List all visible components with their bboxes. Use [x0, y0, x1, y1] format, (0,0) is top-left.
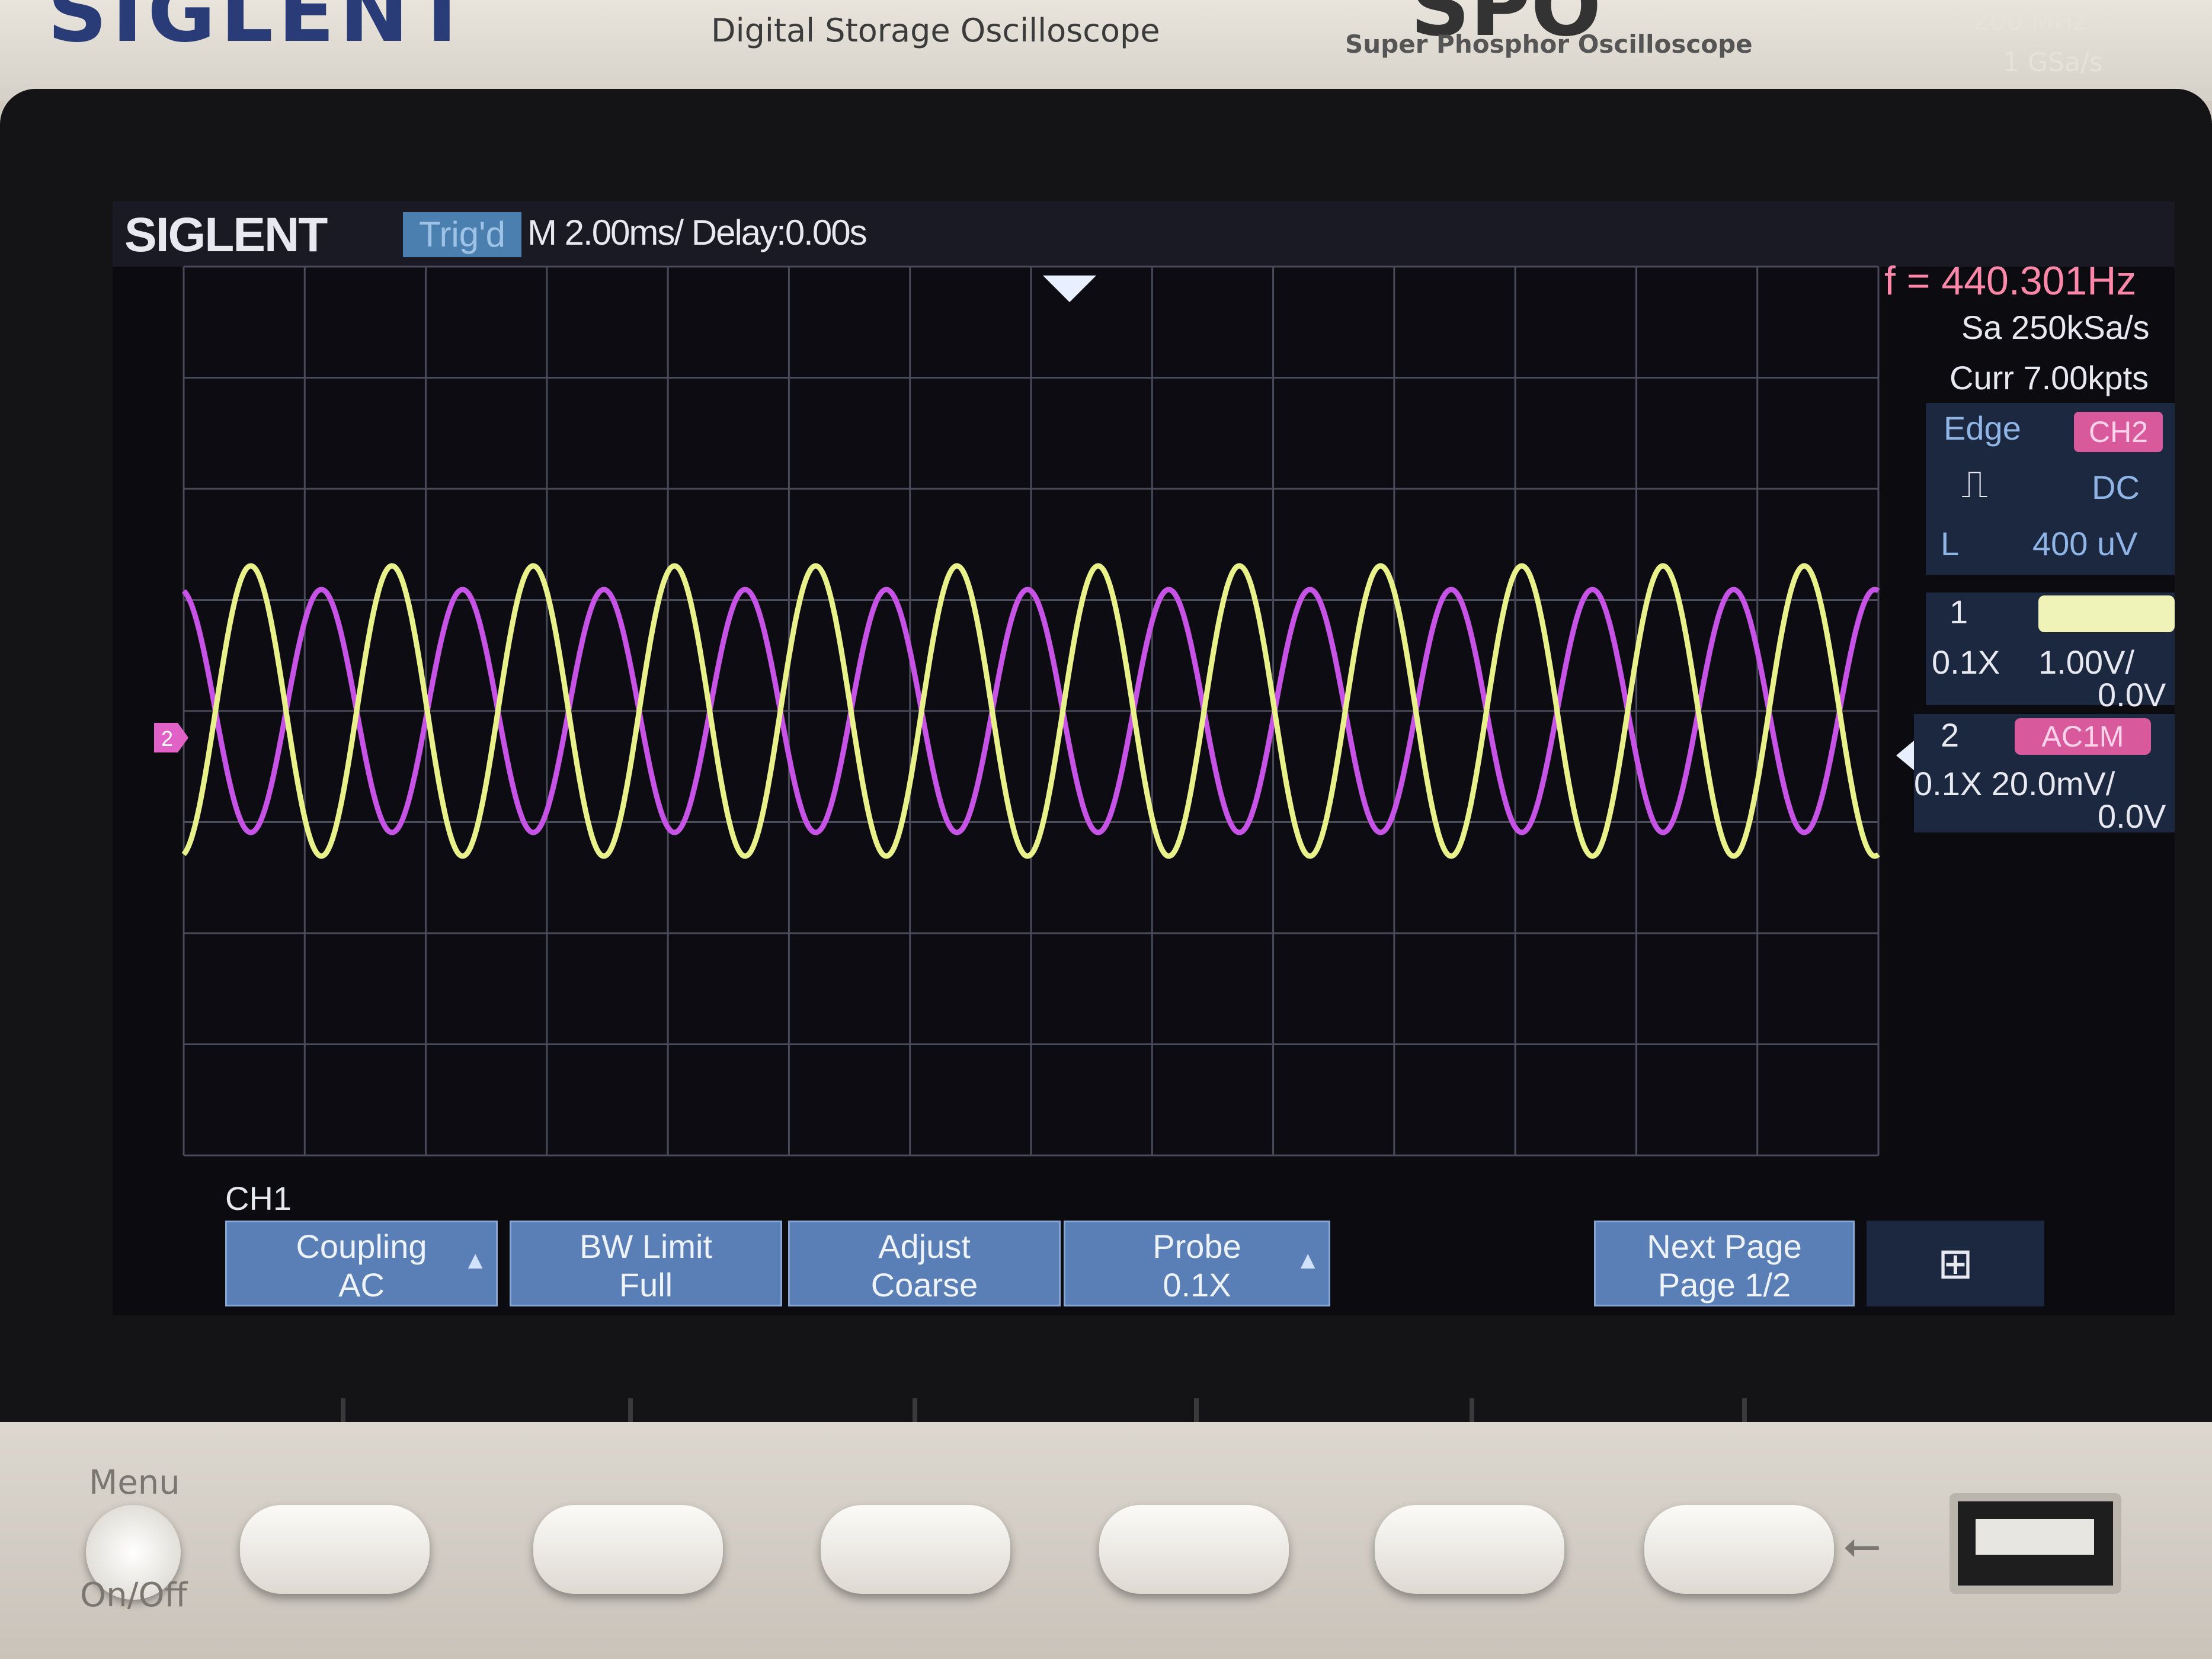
physical-softkey-5[interactable] [1375, 1505, 1564, 1594]
softkey-tick [1194, 1398, 1199, 1422]
trigger-type: Edge [1944, 409, 2021, 447]
physical-softkey-3[interactable] [821, 1505, 1010, 1594]
waveform-display [181, 265, 1880, 1157]
ch1-color-tag [2038, 595, 2175, 632]
scope-screen: SIGLENT Trig'd M 2.00ms/ Delay:0.00s 2 f… [113, 201, 2175, 1315]
physical-softkey-6[interactable] [1644, 1505, 1834, 1594]
power-label: On/Off [80, 1576, 188, 1615]
sample-rate-readout: Sa 250kSa/s [1961, 309, 2150, 346]
softkey-adjust[interactable]: Adjust Coarse [788, 1221, 1061, 1306]
softkey-value: Coarse [870, 1266, 978, 1304]
usb-icon: ⭠ [1843, 1517, 1881, 1572]
physical-softkey-2[interactable] [533, 1505, 723, 1594]
menu-label: Menu [89, 1463, 180, 1502]
physical-softkey-4[interactable] [1099, 1505, 1289, 1594]
svg-text:2: 2 [161, 726, 173, 751]
trigger-position-marker [1043, 276, 1096, 302]
ch1-probe: 0.1X [1932, 643, 2000, 681]
trigger-level-value: 400 uV [2032, 525, 2138, 562]
arrow-up-icon: ▲ [1295, 1246, 1320, 1274]
spo-description: Super Phosphor Oscilloscope [1345, 30, 1753, 59]
softkey-label: Probe [1153, 1228, 1241, 1265]
ch1-offset: 0.0V [2098, 676, 2166, 713]
usb-port[interactable] [1949, 1493, 2121, 1594]
softkey-tick [1742, 1398, 1747, 1422]
trigger-level-label: L [1941, 525, 1960, 562]
softkey-probe[interactable]: Probe 0.1X ▲ [1064, 1221, 1330, 1306]
physical-softkey-1[interactable] [240, 1505, 430, 1594]
softkey-tick [1470, 1398, 1474, 1422]
softkey-tick [628, 1398, 633, 1422]
ch1-number: 1 [1949, 593, 1968, 630]
softkey-label: Next Page [1647, 1228, 1802, 1265]
model-description: Digital Storage Oscilloscope [711, 12, 1160, 49]
brand-logo: SIGLENT [47, 0, 475, 61]
trigger-source-badge: CH2 [2074, 412, 2163, 452]
softkey-value: 0.1X [1163, 1266, 1231, 1304]
ch2-coupling-tag: AC1M [2015, 718, 2151, 755]
softkey-label: Coupling [296, 1228, 427, 1265]
softkey-tick [341, 1398, 345, 1422]
softmenu-title: CH1 [225, 1180, 292, 1217]
softkey-label: BW Limit [580, 1228, 712, 1265]
top-panel: SIGLENT Digital Storage Oscilloscope SPO… [0, 0, 2212, 101]
softkey-value: AC [338, 1266, 385, 1304]
ch2-ground-marker: 2 [154, 723, 188, 752]
usb-port-contact [1976, 1519, 2094, 1555]
ch2-offset: 0.0V [2098, 798, 2166, 835]
spec-bandwidth: 200 MHz [1973, 6, 2088, 36]
frequency-readout: f = 440.301Hz [1884, 258, 2137, 303]
softkey-value: Full [619, 1266, 673, 1304]
spec-sample-rate: 1 GSa/s [2003, 47, 2103, 78]
softkey-tick [913, 1398, 917, 1422]
rising-edge-icon: ⎍ [1961, 463, 1988, 505]
ch2-probe-scale: 0.1X 20.0mV/ [1914, 765, 2115, 802]
softkey-bw-limit[interactable]: BW Limit Full [510, 1221, 782, 1306]
memory-depth-readout: Curr 7.00kpts [1949, 359, 2149, 396]
softkey-value: Page 1/2 [1657, 1266, 1791, 1304]
network-icon: ⊞ [1867, 1221, 2044, 1306]
trigger-coupling: DC [2092, 469, 2140, 506]
softkey-next-page[interactable]: Next Page Page 1/2 [1594, 1221, 1855, 1306]
softkey-coupling[interactable]: Coupling AC ▲ [225, 1221, 498, 1306]
ch2-number: 2 [1941, 716, 1960, 754]
softkey-label: Adjust [878, 1228, 971, 1265]
trigger-level-marker [1896, 741, 1914, 770]
arrow-up-icon: ▲ [463, 1246, 488, 1274]
